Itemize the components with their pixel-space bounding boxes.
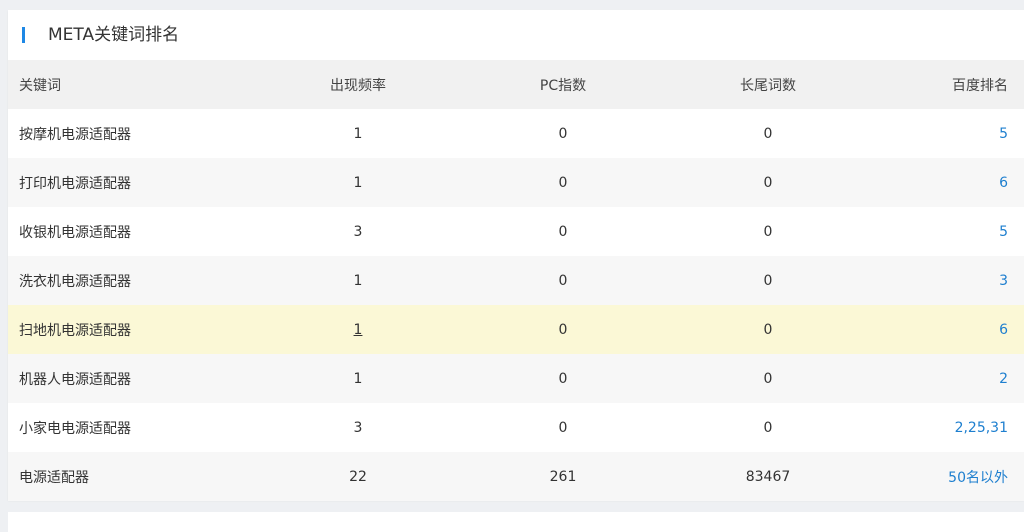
long-tail-cell: 0 — [763, 419, 773, 436]
baidu-rank-cell: 5 — [868, 109, 1024, 158]
baidu-rank-link[interactable]: 2,25,31 — [955, 420, 1008, 436]
keyword-cell: 电源适配器 — [19, 469, 89, 486]
table-row: 收银机电源适配器 3 0 0 5 — [8, 207, 1024, 256]
long-tail-cell: 0 — [763, 125, 773, 142]
table-row: 小家电电源适配器 3 0 0 2,25,31 — [8, 403, 1024, 452]
table-header-row: 关键词 出现频率 PC指数 长尾词数 百度排名 — [8, 60, 1024, 109]
frequency-cell: 1 — [353, 272, 363, 289]
frequency-cell: 3 — [353, 419, 363, 436]
pc-index-cell: 0 — [558, 370, 568, 387]
frequency-cell: 1 — [353, 125, 363, 142]
table-row: 按摩机电源适配器 1 0 0 5 — [8, 109, 1024, 158]
keyword-cell: 机器人电源适配器 — [19, 371, 131, 388]
keyword-cell: 按摩机电源适配器 — [19, 126, 131, 143]
header-frequency[interactable]: 出现频率 — [258, 60, 458, 109]
baidu-rank-link[interactable]: 2 — [999, 371, 1008, 387]
frequency-cell: 1 — [353, 174, 363, 191]
table-row: 洗衣机电源适配器 1 0 0 3 — [8, 256, 1024, 305]
table-row: 机器人电源适配器 1 0 0 2 — [8, 354, 1024, 403]
panel-header: META关键词排名 — [8, 10, 1024, 60]
long-tail-cell: 0 — [763, 272, 773, 289]
pc-index-cell: 0 — [558, 419, 568, 436]
long-tail-cell: 83467 — [745, 468, 791, 485]
pc-index-cell: 0 — [558, 125, 568, 142]
long-tail-cell: 0 — [763, 370, 773, 387]
baidu-rank-link[interactable]: 3 — [999, 273, 1008, 289]
baidu-rank-cell: 6 — [868, 158, 1024, 207]
frequency-link[interactable]: 1 — [354, 322, 363, 338]
table-row: 打印机电源适配器 1 0 0 6 — [8, 158, 1024, 207]
baidu-rank-cell: 3 — [868, 256, 1024, 305]
frequency-cell: 1 — [353, 370, 363, 387]
header-long-tail[interactable]: 长尾词数 — [668, 60, 868, 109]
frequency-cell: 1 — [258, 305, 458, 354]
panel-title: META关键词排名 — [48, 25, 180, 45]
baidu-rank-cell: 6 — [868, 305, 1024, 354]
title-accent-bar — [22, 27, 25, 43]
baidu-rank-cell: 50名以外 — [868, 452, 1024, 501]
table-row: 电源适配器 22 261 83467 50名以外 — [8, 452, 1024, 501]
keyword-cell: 小家电电源适配器 — [19, 420, 131, 437]
keyword-cell: 收银机电源适配器 — [19, 224, 131, 241]
long-tail-cell: 0 — [763, 223, 773, 240]
baidu-rank-link[interactable]: 5 — [999, 224, 1008, 240]
pc-index-cell: 0 — [558, 321, 568, 338]
baidu-rank-link[interactable]: 5 — [999, 126, 1008, 142]
header-keyword[interactable]: 关键词 — [8, 60, 258, 109]
keyword-cell: 洗衣机电源适配器 — [19, 273, 131, 290]
next-panel-edge — [8, 512, 1024, 532]
keyword-cell: 打印机电源适配器 — [19, 175, 131, 192]
baidu-rank-cell: 5 — [868, 207, 1024, 256]
baidu-rank-link[interactable]: 50名以外 — [948, 470, 1008, 486]
keyword-cell: 扫地机电源适配器 — [19, 322, 131, 339]
frequency-cell: 3 — [353, 223, 363, 240]
table-row: 扫地机电源适配器 1 0 0 6 — [8, 305, 1024, 354]
frequency-cell: 22 — [349, 468, 367, 485]
baidu-rank-link[interactable]: 6 — [999, 322, 1008, 338]
keyword-ranking-table: 关键词 出现频率 PC指数 长尾词数 百度排名 按摩机电源适配器 1 0 0 5… — [8, 60, 1024, 501]
header-pc-index[interactable]: PC指数 — [458, 60, 668, 109]
long-tail-cell: 0 — [763, 321, 773, 338]
baidu-rank-cell: 2 — [868, 354, 1024, 403]
baidu-rank-link[interactable]: 6 — [999, 175, 1008, 191]
header-baidu-rank[interactable]: 百度排名 — [868, 60, 1024, 109]
pc-index-cell: 0 — [558, 223, 568, 240]
pc-index-cell: 0 — [558, 272, 568, 289]
long-tail-cell: 0 — [763, 174, 773, 191]
pc-index-cell: 0 — [558, 174, 568, 191]
baidu-rank-cell: 2,25,31 — [868, 403, 1024, 452]
meta-keyword-ranking-panel: META关键词排名 关键词 出现频率 PC指数 长尾词数 百度排名 按摩机电源适… — [8, 10, 1024, 501]
pc-index-cell: 261 — [549, 468, 577, 485]
